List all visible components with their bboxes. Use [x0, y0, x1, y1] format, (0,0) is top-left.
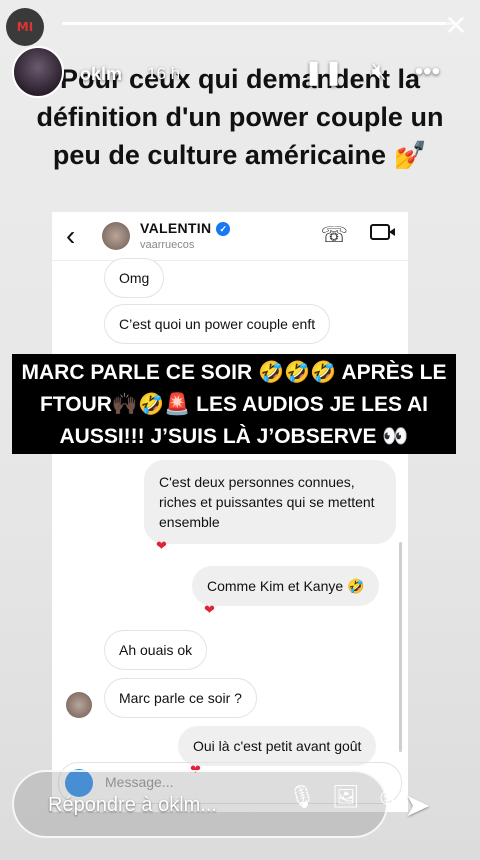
heart-icon: ❤ — [204, 602, 215, 617]
microphone-icon[interactable]: 🎙︎ — [288, 784, 316, 810]
reply-placeholder: Répondre à oklm... — [48, 794, 217, 816]
mute-icon[interactable]: 🔇︎ — [372, 58, 387, 87]
message-bubble: Marc parle ce soir ? — [104, 678, 257, 718]
chat-header: ‹ VALENTIN ✓ vaarruecos ☏ — [52, 212, 408, 261]
avatar[interactable] — [12, 46, 64, 98]
pause-icon[interactable]: ❚❚ — [303, 58, 343, 87]
gallery-icon[interactable]: 🖼︎ — [332, 784, 360, 810]
chat-screenshot: ‹ VALENTIN ✓ vaarruecos ☏ Omg C’est quoi … — [52, 212, 408, 812]
chat-handle: vaarruecos — [140, 239, 195, 251]
story-time: 16 h — [147, 64, 181, 83]
message-bubble: C'est deux personnes connues, riches et … — [144, 460, 396, 544]
message-bubble: Comme Kim et Kanye 🤣 — [192, 566, 380, 606]
close-icon[interactable]: ✕ — [442, 12, 470, 40]
story-username[interactable]: oklm — [80, 64, 122, 85]
video-icon — [370, 224, 390, 240]
message-bubble: Ah ouais ok — [104, 630, 208, 670]
channel-logo: MI — [6, 8, 44, 46]
heart-icon: ❤ — [156, 538, 167, 553]
more-icon[interactable]: ••• — [415, 58, 440, 87]
progress-segment — [62, 22, 454, 25]
message-bubble: C’est quoi un power couple enft — [104, 304, 331, 344]
message-bubble: Oui là c'est petit avant goût — [178, 726, 377, 766]
verified-icon: ✓ — [216, 222, 231, 236]
chat-avatar — [102, 222, 130, 250]
story-view: MI ✕ Pour ceux qui demandent la définiti… — [0, 0, 480, 860]
story-progress — [62, 22, 454, 25]
sender-avatar — [66, 692, 92, 718]
phone-icon: ☏ — [320, 222, 348, 247]
send-icon[interactable]: ➤ — [404, 786, 431, 824]
chat-name: VALENTIN — [140, 220, 212, 236]
story-text-banner: MARC PARLE CE SOIR 🤣🤣🤣 APRÈS LE FTOUR🙌🏿🤣… — [12, 354, 456, 454]
message-bubble: Omg — [104, 258, 165, 298]
sticker-icon[interactable]: ☺ — [376, 784, 398, 810]
back-arrow-icon: ‹ — [66, 220, 76, 251]
scrollbar — [399, 542, 402, 752]
